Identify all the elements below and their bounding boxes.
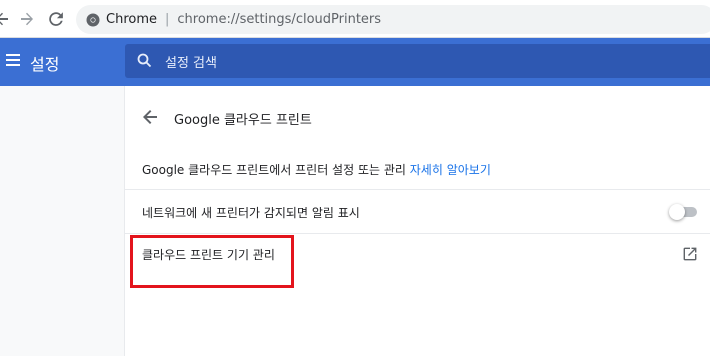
notify-toggle[interactable] <box>669 204 697 220</box>
subpage-header: Google 클라우드 프린트 <box>125 94 710 142</box>
info-text: Google 클라우드 프린트에서 프린터 설정 또는 관리 자세히 알아보기 <box>142 161 491 178</box>
forward-button[interactable] <box>15 7 39 31</box>
arrow-left-icon[interactable] <box>142 109 158 125</box>
search-placeholder: 설정 검색 <box>165 56 217 71</box>
page-title: Google 클라우드 프린트 <box>174 113 312 128</box>
settings-search-input[interactable]: 설정 검색 <box>125 44 710 78</box>
chrome-icon <box>86 13 100 26</box>
url-text: chrome://settings/cloudPrinters <box>177 12 382 27</box>
omnibox-separator: | <box>165 12 170 27</box>
info-row: Google 클라우드 프린트에서 프린터 설정 또는 관리 자세히 알아보기 <box>125 147 710 189</box>
highlight-box <box>130 235 294 288</box>
external-link-icon[interactable] <box>683 247 697 261</box>
site-chip: Chrome <box>106 12 157 27</box>
back-button[interactable] <box>0 7 14 31</box>
browser-toolbar: Chrome | chrome://settings/cloudPrinters <box>0 0 710 38</box>
learn-more-link[interactable]: 자세히 알아보기 <box>410 163 491 177</box>
arrow-right-icon <box>21 12 33 26</box>
search-icon <box>137 53 152 68</box>
reload-button[interactable] <box>44 7 68 31</box>
toggle-knob <box>669 204 685 220</box>
notify-new-printers-row[interactable]: 네트워크에 새 프린터가 감지되면 알림 표시 <box>125 189 710 233</box>
notify-label: 네트워크에 새 프린터가 감지되면 알림 표시 <box>142 206 360 220</box>
address-bar[interactable]: Chrome | chrome://settings/cloudPrinters <box>76 5 710 34</box>
cloud-print-card: Google 클라우드 프린트 Google 클라우드 프린트에서 프린터 설정… <box>125 86 710 356</box>
info-description: Google 클라우드 프린트에서 프린터 설정 또는 관리 <box>142 163 406 177</box>
hamburger-icon[interactable] <box>6 53 20 67</box>
settings-header: 설정 설정 검색 <box>0 38 710 86</box>
reload-icon <box>49 12 63 26</box>
left-nav-panel <box>0 86 125 356</box>
arrow-left-icon <box>0 12 8 26</box>
settings-title: 설정 <box>30 55 60 74</box>
